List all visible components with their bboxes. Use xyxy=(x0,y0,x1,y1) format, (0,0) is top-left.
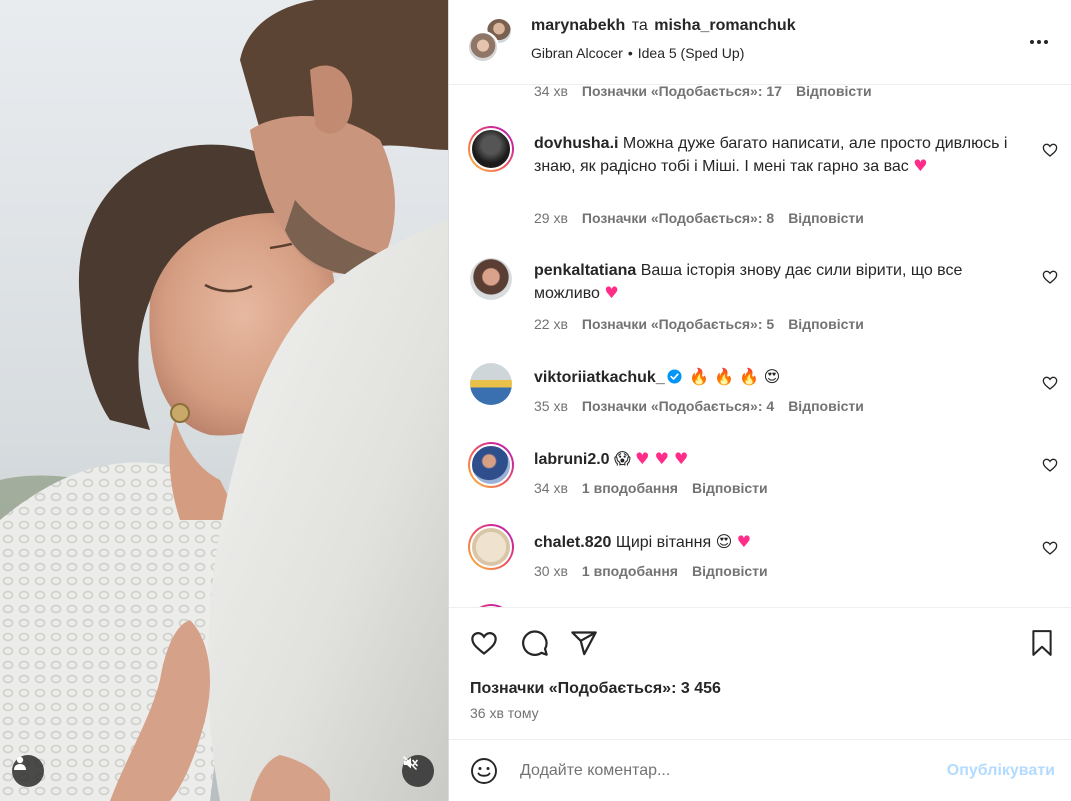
comment-username[interactable]: dovhusha.i xyxy=(534,135,618,152)
post-details-panel: marynabekh та misha_romanchuk Gibran Alc… xyxy=(449,0,1071,801)
heart-icon xyxy=(1042,541,1058,555)
share-icon xyxy=(571,631,597,656)
emoji-button[interactable] xyxy=(470,757,498,785)
comment-username[interactable]: penkaltatiana xyxy=(534,262,636,279)
comment-username[interactable]: chalet.820 xyxy=(534,534,611,551)
heart-eyes-emoji: 😍 xyxy=(715,532,733,551)
comment-like-button[interactable] xyxy=(1042,375,1058,391)
comment-meta: 34 хв 1 вподобання Відповісти xyxy=(534,480,782,496)
avatar[interactable] xyxy=(468,524,514,570)
publish-button[interactable]: Опублікувати xyxy=(947,762,1055,780)
comment-input[interactable] xyxy=(520,760,920,782)
avatar[interactable] xyxy=(468,442,514,488)
likes-count[interactable]: Позначки «Подобається»: 3 456 xyxy=(470,680,721,698)
comment-time: 34 хв xyxy=(534,480,568,496)
post-media[interactable] xyxy=(0,0,448,801)
comment-time: 35 хв xyxy=(534,398,568,414)
heart-emoji: ♥ ♥ ♥ xyxy=(635,449,689,468)
comment-likes-link[interactable]: Позначки «Подобається»: 4 xyxy=(582,398,774,414)
comment-likes-link[interactable]: Позначки «Подобається»: 8 xyxy=(582,210,774,226)
heart-icon xyxy=(1042,458,1058,472)
comment-likes-link[interactable]: 1 вподобання xyxy=(582,563,678,579)
reply-link[interactable]: Відповісти xyxy=(788,398,864,414)
audio-separator: • xyxy=(627,45,633,61)
author-link[interactable]: marynabekh xyxy=(531,17,625,34)
comment-composer: Опублікувати xyxy=(449,739,1071,801)
bookmark-icon xyxy=(1032,630,1052,656)
heart-icon xyxy=(1042,270,1058,284)
audio-info[interactable]: Gibran Alcocer • Idea 5 (Sped Up) xyxy=(531,45,744,61)
comment-likes-link[interactable]: Позначки «Подобається»: 17 xyxy=(582,86,782,99)
reply-link[interactable]: Відповісти xyxy=(692,480,768,496)
post-actions: Позначки «Подобається»: 3 456 36 хв тому xyxy=(449,607,1071,739)
avatar[interactable] xyxy=(470,363,512,405)
reply-link[interactable]: Відповісти xyxy=(796,86,872,99)
shocked-emoji: 😱 xyxy=(614,449,631,468)
post-header: marynabekh та misha_romanchuk Gibran Alc… xyxy=(449,0,1071,85)
avatar[interactable] xyxy=(470,258,512,300)
comment-like-button[interactable] xyxy=(1042,540,1058,556)
author-conjunction: та xyxy=(631,17,648,34)
comment-text: dovhusha.i Можна дуже багато написати, а… xyxy=(534,133,1014,178)
comment-time: 30 хв xyxy=(534,563,568,579)
comment-like-button[interactable] xyxy=(1042,142,1058,158)
comment-time: 22 хв xyxy=(534,316,568,332)
comment-like-button[interactable] xyxy=(1042,457,1058,473)
heart-emoji: ♥ xyxy=(736,532,752,551)
comment-text: penkaltatiana Ваша історія знову дає сил… xyxy=(534,260,1014,305)
comment-text: chalet.820 Щирі вітання 😍 ♥ xyxy=(534,531,1014,554)
more-options-button[interactable] xyxy=(1027,29,1051,53)
user-tag-button[interactable] xyxy=(12,755,44,787)
audio-artist: Gibran Alcocer xyxy=(531,45,623,61)
post-photo xyxy=(0,0,448,801)
save-button[interactable] xyxy=(1027,628,1057,658)
heart-emoji: ♥ xyxy=(604,283,619,302)
smiley-icon xyxy=(471,758,497,784)
mute-button[interactable] xyxy=(402,755,434,787)
comment-username[interactable]: viktoriiatkachuk_ xyxy=(534,369,665,386)
avatar xyxy=(467,31,499,63)
comment-text: viktoriiatkachuk_ 🔥 🔥 🔥 😍 xyxy=(534,366,1014,389)
coauthor-link[interactable]: misha_romanchuk xyxy=(654,17,795,34)
comment-meta: 29 хв Позначки «Подобається»: 8 Відповісти xyxy=(534,210,878,226)
share-button[interactable] xyxy=(569,628,599,658)
heart-emoji: ♥ xyxy=(913,156,928,175)
comment-meta: 34 хв Позначки «Подобається»: 17 Відповіст… xyxy=(534,86,886,99)
more-horizontal-icon xyxy=(1029,32,1049,50)
heart-icon xyxy=(1042,376,1058,390)
reply-link[interactable]: Відповісти xyxy=(788,316,864,332)
fire-emoji: 🔥 🔥 🔥 xyxy=(689,367,760,386)
author-avatars[interactable] xyxy=(467,17,513,63)
like-button[interactable] xyxy=(469,628,499,658)
avatar[interactable] xyxy=(468,126,514,172)
comments-list[interactable]: 34 хв Позначки «Подобається»: 17 Відповіст… xyxy=(449,86,1071,607)
heart-icon xyxy=(1042,143,1058,157)
heart-icon xyxy=(471,631,497,655)
reply-link[interactable]: Відповісти xyxy=(788,210,864,226)
reply-link[interactable]: Відповісти xyxy=(692,563,768,579)
comment-meta: 22 хв Позначки «Подобається»: 5 Відповісти xyxy=(534,316,878,332)
comment-text: labruni2.0 😱 ♥ ♥ ♥ xyxy=(534,448,1014,471)
heart-eyes-emoji: 😍 xyxy=(763,367,781,386)
comment-content: Щирі вітання xyxy=(615,534,712,551)
comment-meta: 35 хв Позначки «Подобається»: 4 Відповісти xyxy=(534,398,878,414)
comment-icon xyxy=(522,630,548,656)
comment-username[interactable]: labruni2.0 xyxy=(534,451,610,468)
audio-track: Idea 5 (Sped Up) xyxy=(637,45,745,61)
comment-meta: 30 хв 1 вподобання Відповісти xyxy=(534,563,782,579)
comment-button[interactable] xyxy=(520,628,550,658)
verified-badge-icon xyxy=(667,369,682,384)
comment-time: 29 хв xyxy=(534,210,568,226)
comment-like-button[interactable] xyxy=(1042,269,1058,285)
post-timestamp[interactable]: 36 хв тому xyxy=(470,705,539,721)
comment-time: 34 хв xyxy=(534,86,568,99)
comment-likes-link[interactable]: Позначки «Подобається»: 5 xyxy=(582,316,774,332)
post-authors: marynabekh та misha_romanchuk xyxy=(531,17,796,35)
comment-likes-link[interactable]: 1 вподобання xyxy=(582,480,678,496)
